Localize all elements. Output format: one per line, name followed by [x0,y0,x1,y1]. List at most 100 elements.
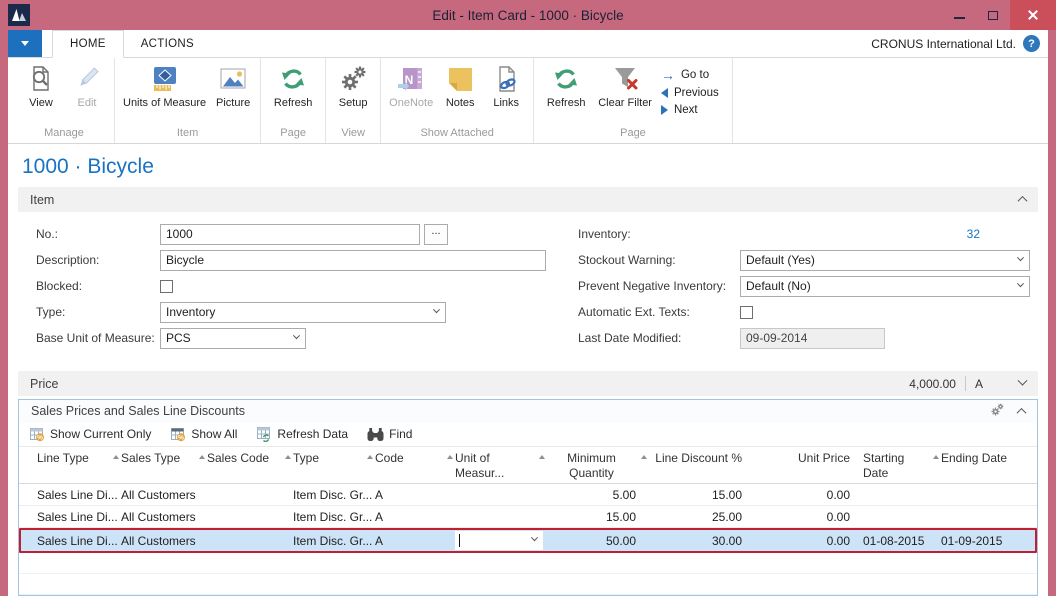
show-all-button[interactable]: % Show All [170,426,237,442]
sales-grid-row-selected[interactable]: Sales Line Di... All Customers Item Disc… [19,528,1037,553]
column-header-unit-price[interactable]: Unit Price [755,451,863,482]
column-header-type[interactable]: Type [293,451,375,482]
binoculars-icon [367,427,384,442]
maximize-button[interactable] [976,0,1010,30]
cell-sales-type: All Customers [121,488,207,502]
clear-filter-icon [609,63,641,95]
next-button[interactable]: Next [657,101,727,118]
collapse-chevron-icon[interactable] [1017,408,1027,418]
column-header-code[interactable]: Code [375,451,455,482]
refresh-button[interactable]: Refresh [266,61,320,110]
refresh-page-label: Refresh [547,97,586,110]
refresh-icon [550,63,582,95]
clear-filter-label: Clear Filter [598,97,652,110]
grid-percent-icon: % [170,426,186,442]
goto-arrow-icon: → [661,68,675,82]
price-section-header[interactable]: Price 4,000.00 A [18,371,1038,396]
setup-button[interactable]: Setup [331,61,375,110]
settings-gears-icon[interactable] [989,402,1005,421]
goto-button[interactable]: → Go to [657,65,727,84]
column-header-ending-date[interactable]: Ending Date [941,451,1033,482]
item-fields: No.: ... Description: Blocked: Type: Inv… [18,212,1038,361]
refresh-page-button[interactable]: Refresh [539,61,593,110]
no-label: No.: [36,227,160,241]
expand-chevron-icon[interactable] [1018,376,1028,386]
prevent-negative-inventory-select[interactable]: Default (No) [740,276,1030,297]
show-current-only-button[interactable]: % Show Current Only [29,426,151,442]
stockout-warning-select[interactable]: Default (Yes) [740,250,1030,271]
notes-button[interactable]: Notes [438,61,482,110]
chevron-down-icon [433,306,440,313]
item-section-header[interactable]: Item [18,187,1038,212]
grid-refresh-icon [256,426,272,442]
units-of-measure-label: Units of Measure [123,97,206,110]
previous-button[interactable]: Previous [657,84,727,101]
onenote-button[interactable]: N OneNote [386,61,436,110]
title-bar: Edit - Item Card - 1000 · Bicycle [0,0,1056,30]
assist-edit-button[interactable]: ... [424,224,448,245]
edit-button-label: Edit [78,97,97,110]
unit-of-measure-combobox[interactable] [455,531,543,550]
group-label-show-attached: Show Attached [386,126,528,143]
cell-sales-type: All Customers [121,510,207,524]
minimize-icon [954,17,965,19]
type-select[interactable]: Inventory [160,302,446,323]
sales-section-header[interactable]: Sales Prices and Sales Line Discounts [19,400,1037,423]
sales-grid-row[interactable]: Sales Line Di... All Customers Item Disc… [19,506,1037,528]
base-uom-select[interactable]: PCS [160,328,306,349]
cell-line-type: Sales Line Di... [37,510,121,524]
refresh-icon [277,63,309,95]
column-header-line-type[interactable]: Line Type [37,451,121,482]
clear-filter-button[interactable]: Clear Filter [595,61,655,110]
column-header-sales-code[interactable]: Sales Code [207,451,293,482]
refresh-data-button[interactable]: Refresh Data [256,426,348,442]
links-button[interactable]: Links [484,61,528,110]
notes-label: Notes [446,97,475,110]
units-of-measure-button[interactable]: Units of Measure [120,61,209,110]
column-header-sales-type[interactable]: Sales Type [121,451,207,482]
picture-button[interactable]: Picture [211,61,255,110]
cell-line-discount: 15.00 [649,488,755,502]
column-header-minimum-quantity[interactable]: Minimum Quantity [547,451,649,482]
automatic-ext-texts-checkbox[interactable] [740,306,753,319]
window-title: Edit - Item Card - 1000 · Bicycle [0,8,1056,23]
price-summary-code: A [975,377,983,391]
sort-ascending-icon [367,455,373,459]
previous-arrow-icon [661,88,668,98]
sales-grid-header: Line Type Sales Type Sales Code Type Cod… [19,447,1037,485]
column-header-starting-date[interactable]: Starting Date [863,451,941,482]
application-menu-button[interactable] [8,30,42,57]
no-field[interactable] [160,224,420,245]
blocked-checkbox[interactable] [160,280,173,293]
cell-starting-date: 01-08-2015 [863,534,941,548]
cell-line-type: Sales Line Di... [37,488,121,502]
setup-gears-icon [337,63,369,95]
description-field[interactable] [160,250,546,271]
inventory-value-link[interactable]: 32 [740,227,980,241]
help-icon[interactable]: ? [1023,35,1040,52]
tab-home[interactable]: HOME [52,30,124,58]
sales-grid-row[interactable]: Sales Line Di... All Customers Item Disc… [19,484,1037,506]
collapse-chevron-icon[interactable] [1018,196,1028,206]
column-header-unit-of-measure[interactable]: Unit of Measur... [455,451,547,482]
links-label: Links [493,97,519,110]
ribbon-group-view: Setup View [326,58,381,143]
picture-icon [217,63,249,95]
cell-line-discount: 30.00 [649,534,755,548]
stockout-warning-label: Stockout Warning: [578,253,740,267]
tab-actions[interactable]: ACTIONS [124,30,211,57]
minimize-button[interactable] [942,0,976,30]
cell-line-discount: 25.00 [649,510,755,524]
goto-label: Go to [681,69,709,81]
close-button[interactable] [1010,0,1056,30]
view-button-label: View [29,97,53,110]
show-all-label: Show All [191,427,237,441]
sort-ascending-icon [199,455,205,459]
text-cursor [459,534,460,547]
edit-button[interactable]: Edit [65,61,109,110]
view-button[interactable]: View [19,61,63,110]
find-button[interactable]: Find [367,427,412,442]
sales-toolbar: % Show Current Only % Show All Refresh D… [19,423,1037,447]
column-header-line-discount[interactable]: Line Discount % [649,451,755,482]
ribbon-group-item: Units of Measure Picture Item [115,58,261,143]
